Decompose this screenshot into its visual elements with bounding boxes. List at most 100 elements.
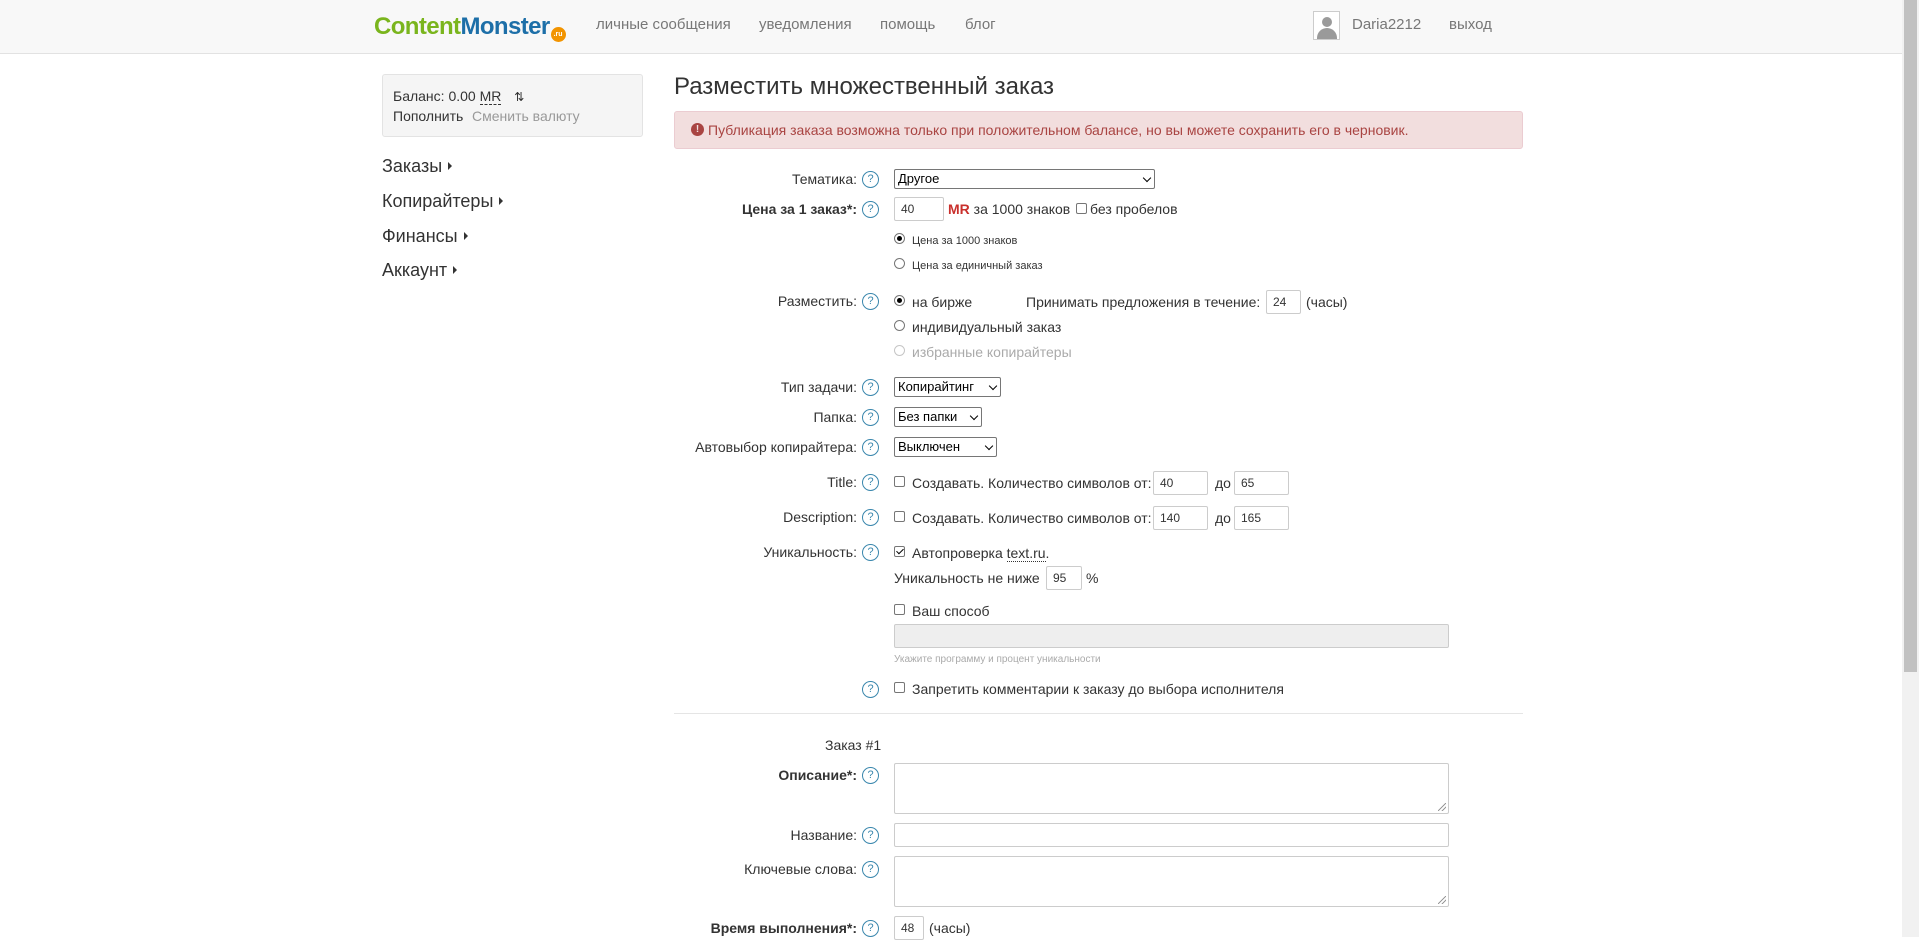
avatar-head — [1322, 17, 1332, 27]
placement-individual-label: индивидуальный заказ — [912, 319, 1062, 335]
task-type-select[interactable]: Копирайтинг — [894, 377, 1001, 397]
autoselect-select[interactable]: Выключен — [894, 437, 997, 457]
description-min-input[interactable]: 140 — [1153, 506, 1208, 530]
chevron-down-icon — [988, 381, 998, 391]
order-description-textarea[interactable] — [894, 763, 1449, 814]
page-scrollbar[interactable] — [1902, 0, 1919, 937]
change-currency-link[interactable]: Сменить валюту — [472, 108, 580, 124]
order-name-label: Название: — [790, 827, 857, 843]
help-icon[interactable]: ? — [862, 293, 879, 310]
topup-link[interactable]: Пополнить — [393, 108, 463, 124]
help-icon[interactable]: ? — [862, 409, 879, 426]
logo-badge: .ru — [550, 27, 566, 42]
autocheck-checkbox[interactable] — [894, 546, 905, 557]
help-icon[interactable]: ? — [862, 201, 879, 218]
help-icon[interactable]: ? — [862, 439, 879, 456]
order-time-input[interactable]: 48 — [894, 916, 924, 940]
topic-select[interactable]: Другое — [894, 169, 1155, 189]
logo[interactable]: ContentMonster .ru — [374, 13, 566, 42]
order-heading: Заказ #1 — [825, 737, 882, 753]
logo-part2: Monster — [460, 13, 550, 40]
sidebar-item-label: Финансы — [382, 226, 458, 246]
nav-help[interactable]: помощь — [880, 16, 935, 33]
alert-text: Публикация заказа возможна только при по… — [708, 122, 1409, 138]
caret-right-icon — [453, 266, 458, 274]
balance-box: Баланс: 0.00 MR ⇅ Пополнить Сменить валю… — [382, 74, 643, 137]
help-icon[interactable]: ? — [862, 474, 879, 491]
caret-right-icon — [448, 162, 453, 170]
sidebar-item-label: Аккаунт — [382, 260, 448, 280]
swap-currency-icon[interactable]: ⇅ — [514, 90, 524, 104]
title-create-label: Создавать. Количество символов от: — [912, 475, 1152, 491]
description-create-checkbox[interactable] — [894, 511, 905, 522]
forbid-comments-label: Запретить комментарии к заказу до выбора… — [912, 681, 1284, 697]
textru-link[interactable]: text.ru — [1006, 545, 1046, 562]
placement-label: Разместить: — [777, 293, 857, 309]
autocheck-label: Автопроверка — [912, 545, 1003, 561]
sidebar-item-label: Заказы — [382, 156, 443, 176]
order-name-input[interactable] — [894, 823, 1449, 847]
resize-handle-icon[interactable] — [1438, 803, 1446, 811]
sidebar-item-orders[interactable]: Заказы — [382, 156, 453, 177]
sidebar-item-account[interactable]: Аккаунт — [382, 260, 458, 281]
placement-exchange-radio[interactable] — [894, 295, 905, 306]
price-unit: MR за 1000 знаков — [948, 201, 1070, 217]
forbid-comments-checkbox[interactable] — [894, 682, 905, 693]
scrollbar-thumb[interactable] — [1904, 0, 1917, 672]
topic-label: Тематика: — [792, 171, 857, 187]
help-icon[interactable]: ? — [862, 544, 879, 561]
nav-messages[interactable]: личные сообщения — [596, 16, 731, 33]
top-navbar: ContentMonster .ru личные сообщения уведо… — [0, 0, 1902, 54]
uniqueness-label: Уникальность: — [763, 544, 857, 560]
chevron-down-icon — [969, 411, 979, 421]
accept-offers-input[interactable]: 24 — [1266, 290, 1301, 314]
help-icon[interactable]: ? — [862, 767, 879, 784]
help-icon[interactable]: ? — [862, 920, 879, 937]
resize-handle-icon[interactable] — [1438, 896, 1446, 904]
sidebar-item-finance[interactable]: Финансы — [382, 226, 468, 247]
price-per-order-radio[interactable] — [894, 258, 905, 269]
price-per: за 1000 знаков — [973, 201, 1071, 217]
title-to-label: до — [1215, 475, 1231, 491]
own-method-input — [894, 624, 1449, 648]
title-max-input[interactable]: 65 — [1234, 471, 1289, 495]
username-link[interactable]: Daria2212 — [1352, 16, 1421, 33]
balance-currency[interactable]: MR — [479, 88, 502, 105]
title-create-checkbox[interactable] — [894, 476, 905, 487]
sidebar-item-copywriters[interactable]: Копирайтеры — [382, 191, 504, 212]
folder-select[interactable]: Без папки — [894, 407, 982, 427]
price-input[interactable]: 40 — [894, 197, 944, 221]
logout-link[interactable]: выход — [1449, 16, 1492, 33]
no-spaces-checkbox[interactable] — [1076, 203, 1087, 214]
order-time-label: Время выполнения*: — [710, 920, 857, 936]
nav-blog[interactable]: блог — [965, 16, 996, 33]
autoselect-value: Выключен — [898, 439, 961, 454]
nav-notifications[interactable]: уведомления — [759, 16, 852, 33]
description-create-label: Создавать. Количество символов от: — [912, 510, 1152, 526]
logo-part1: Content — [374, 13, 461, 40]
own-method-label: Ваш способ — [912, 603, 990, 619]
avatar-body — [1317, 28, 1337, 39]
section-divider — [674, 713, 1523, 714]
help-icon[interactable]: ? — [862, 379, 879, 396]
sidebar-item-label: Копирайтеры — [382, 191, 494, 211]
avatar[interactable] — [1313, 11, 1340, 40]
help-icon[interactable]: ? — [862, 681, 879, 698]
order-keywords-textarea[interactable] — [894, 856, 1449, 907]
own-method-checkbox[interactable] — [894, 604, 905, 615]
help-icon[interactable]: ? — [862, 171, 879, 188]
help-icon[interactable]: ? — [862, 861, 879, 878]
title-min-input[interactable]: 40 — [1153, 471, 1208, 495]
description-to-label: до — [1215, 510, 1231, 526]
description-max-input[interactable]: 165 — [1234, 506, 1289, 530]
help-icon[interactable]: ? — [862, 509, 879, 526]
accept-offers-hours: (часы) — [1306, 294, 1348, 310]
price-per-1000-radio[interactable] — [894, 233, 905, 244]
page-title: Разместить множественный заказ — [674, 73, 1055, 100]
help-icon[interactable]: ? — [862, 827, 879, 844]
uniqueness-min-input[interactable]: 95 — [1046, 566, 1082, 590]
title-field-label: Title: — [827, 474, 857, 490]
price-currency: MR — [948, 201, 970, 217]
placement-favorites-label: избранные копирайтеры — [912, 344, 1072, 360]
placement-individual-radio[interactable] — [894, 320, 905, 331]
